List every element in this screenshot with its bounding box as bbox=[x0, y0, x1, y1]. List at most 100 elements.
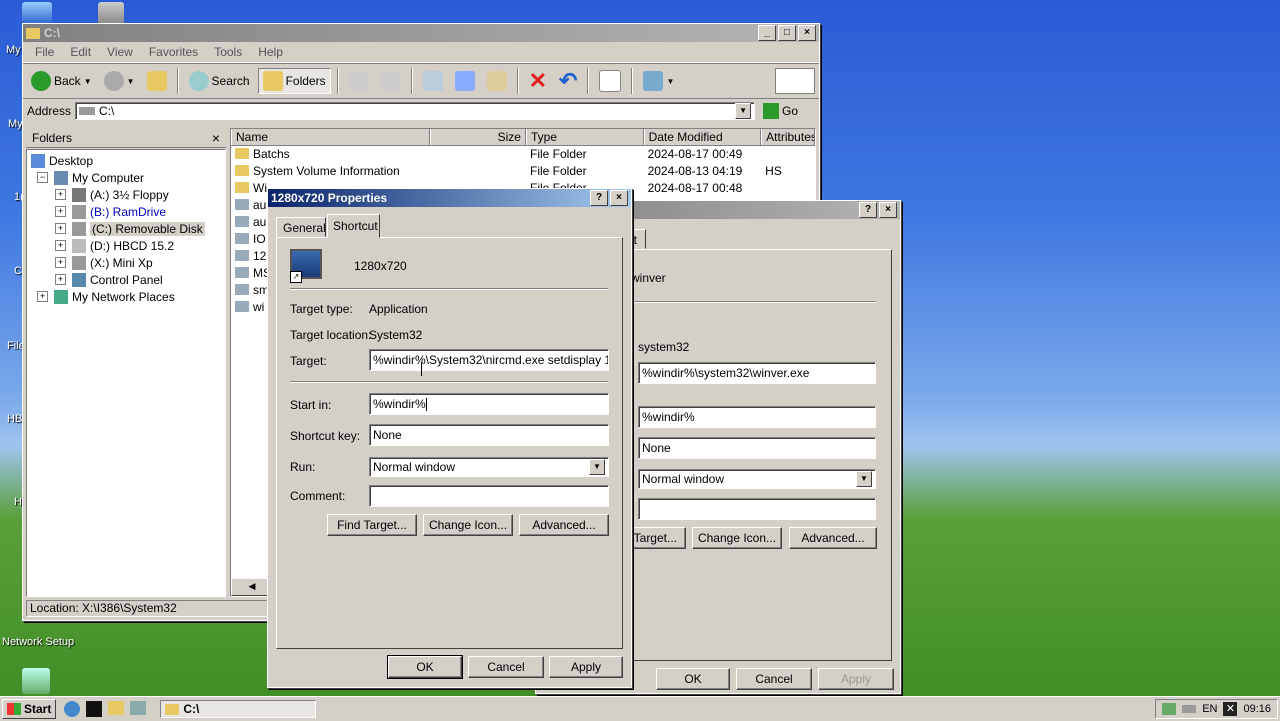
network-icon[interactable] bbox=[1162, 703, 1177, 715]
tree-item[interactable]: + (X:) Mini Xp bbox=[31, 254, 221, 271]
properties-button[interactable] bbox=[595, 68, 625, 94]
table-row[interactable]: Batchs File Folder 2024-08-17 00:49 bbox=[231, 146, 815, 163]
close-button[interactable]: × bbox=[879, 202, 897, 218]
apply-button[interactable]: Apply bbox=[818, 668, 894, 690]
help-button[interactable]: ? bbox=[590, 190, 608, 206]
tree-toggle-icon[interactable]: + bbox=[55, 189, 66, 200]
tree-item[interactable]: + (C:) Removable Disk bbox=[31, 220, 221, 237]
tree-item[interactable]: − My Computer bbox=[31, 169, 221, 186]
shortcut-key-input[interactable]: None bbox=[369, 424, 609, 446]
shortcut-key-input[interactable]: None bbox=[638, 437, 876, 459]
paste-button[interactable] bbox=[483, 69, 511, 93]
back-button[interactable]: Back ▼ bbox=[27, 69, 96, 93]
recycle-bin-icon[interactable] bbox=[98, 2, 124, 24]
tree-toggle-icon[interactable]: + bbox=[37, 291, 48, 302]
find-target-button[interactable]: Target... bbox=[626, 527, 686, 549]
folders-tree[interactable]: Desktop − My Computer + (A:) 3½ Floppy + (B:) … bbox=[26, 149, 226, 597]
language-indicator[interactable]: EN bbox=[1202, 703, 1217, 715]
tab-general[interactable]: General bbox=[276, 217, 326, 237]
target-input[interactable]: %windir%\system32\winver.exe bbox=[638, 362, 876, 384]
network-setup-icon[interactable] bbox=[22, 668, 50, 694]
maximize-button[interactable]: □ bbox=[778, 25, 796, 41]
menu-favorites[interactable]: Favorites bbox=[141, 45, 206, 59]
tree-item[interactable]: + (A:) 3½ Floppy bbox=[31, 186, 221, 203]
close-icon[interactable]: × bbox=[212, 130, 220, 146]
start-in-input[interactable]: %windir% bbox=[369, 393, 609, 415]
forward-button[interactable]: ▼ bbox=[100, 69, 139, 93]
tree-item[interactable]: Desktop bbox=[31, 152, 221, 169]
col-attributes[interactable]: Attributes bbox=[761, 129, 815, 145]
folder-icon[interactable] bbox=[108, 701, 125, 715]
cut-button[interactable] bbox=[451, 69, 479, 93]
run-select[interactable]: Normal window ▼ bbox=[638, 469, 876, 489]
col-type[interactable]: Type bbox=[525, 129, 644, 145]
cancel-button[interactable]: Cancel bbox=[468, 656, 544, 678]
col-date[interactable]: Date Modified bbox=[643, 129, 762, 145]
tree-toggle-icon[interactable]: − bbox=[37, 172, 48, 183]
start-in-input[interactable]: %windir% bbox=[638, 406, 876, 428]
dialog-titlebar[interactable]: 1280x720 Properties ? × bbox=[268, 189, 631, 207]
comment-input[interactable] bbox=[369, 485, 609, 507]
cmd-icon[interactable] bbox=[86, 701, 103, 717]
views-button[interactable]: ▼ bbox=[639, 69, 678, 93]
chevron-down-icon[interactable]: ▼ bbox=[856, 471, 872, 487]
col-size[interactable]: Size bbox=[430, 129, 526, 145]
menu-help[interactable]: Help bbox=[250, 45, 291, 59]
desktop-folder-icon[interactable] bbox=[22, 2, 52, 24]
up-button[interactable] bbox=[143, 69, 171, 93]
table-row[interactable]: System Volume Information File Folder 2024… bbox=[231, 163, 815, 180]
tree-toggle-icon[interactable]: + bbox=[55, 240, 66, 251]
desktop-icon[interactable] bbox=[130, 701, 147, 715]
ie-icon[interactable] bbox=[64, 701, 81, 717]
desktop-icon-label[interactable]: My bbox=[6, 44, 21, 56]
tree-item[interactable]: + Control Panel bbox=[31, 271, 221, 288]
tree-item[interactable]: + (B:) RamDrive bbox=[31, 203, 221, 220]
tree-item[interactable]: + (D:) HBCD 15.2 bbox=[31, 237, 221, 254]
apply-button[interactable]: Apply bbox=[549, 656, 623, 678]
menu-view[interactable]: View bbox=[99, 45, 141, 59]
comment-input[interactable] bbox=[638, 498, 876, 520]
folders-button[interactable]: Folders bbox=[257, 68, 331, 94]
copy-button[interactable] bbox=[419, 69, 447, 93]
desktop-icon-label[interactable]: My bbox=[8, 118, 23, 130]
drive-icon[interactable] bbox=[1182, 705, 1197, 713]
tree-item[interactable]: + My Network Places bbox=[31, 288, 221, 305]
find-target-button[interactable]: Find Target... bbox=[327, 514, 417, 536]
delete-button[interactable]: ✕ bbox=[525, 69, 551, 93]
minimize-button[interactable]: _ bbox=[758, 25, 776, 41]
tree-toggle-icon[interactable]: + bbox=[55, 223, 66, 234]
search-button[interactable]: Search bbox=[185, 69, 254, 93]
desktop-icon-label[interactable]: H bbox=[14, 496, 22, 508]
address-input[interactable]: C:\ ▼ bbox=[75, 102, 756, 120]
desktop-icon-label[interactable]: HB bbox=[7, 413, 22, 425]
tree-toggle-icon[interactable]: + bbox=[55, 257, 66, 268]
ok-button[interactable]: OK bbox=[387, 655, 463, 679]
menu-edit[interactable]: Edit bbox=[62, 45, 99, 59]
chevron-down-icon[interactable]: ▼ bbox=[589, 459, 605, 475]
tree-toggle-icon[interactable]: + bbox=[55, 274, 66, 285]
cancel-button[interactable]: Cancel bbox=[736, 668, 812, 690]
desktop-icon-label[interactable]: C bbox=[14, 265, 22, 277]
run-select[interactable]: Normal window ▼ bbox=[369, 457, 609, 477]
target-input[interactable]: %windir%\System32\nircmd.exe setdisplay … bbox=[369, 349, 609, 371]
task-button-explorer[interactable]: C:\ bbox=[160, 700, 317, 718]
undo-button[interactable]: ↶ bbox=[555, 69, 581, 93]
start-button[interactable]: Start bbox=[2, 699, 57, 719]
tab-shortcut[interactable]: Shortcut bbox=[327, 214, 380, 238]
go-button[interactable]: Go bbox=[759, 101, 802, 121]
change-icon-button[interactable]: Change Icon... bbox=[423, 514, 513, 536]
menu-file[interactable]: File bbox=[27, 45, 62, 59]
advanced-button[interactable]: Advanced... bbox=[789, 527, 877, 549]
close-icon[interactable]: ✕ bbox=[1223, 702, 1238, 716]
address-dropdown-arrow[interactable]: ▼ bbox=[735, 103, 752, 119]
col-name[interactable]: Name bbox=[231, 129, 431, 145]
menu-tools[interactable]: Tools bbox=[206, 45, 250, 59]
tree-toggle-icon[interactable]: + bbox=[55, 206, 66, 217]
close-button[interactable]: × bbox=[798, 25, 816, 41]
advanced-button[interactable]: Advanced... bbox=[519, 514, 609, 536]
ok-button[interactable]: OK bbox=[656, 668, 730, 690]
close-button[interactable]: × bbox=[610, 190, 628, 206]
desktop-icon-label[interactable]: Network Setup bbox=[2, 636, 74, 648]
explorer-titlebar[interactable]: C:\ _ □ × bbox=[23, 24, 819, 42]
move-to-button[interactable] bbox=[345, 69, 373, 93]
